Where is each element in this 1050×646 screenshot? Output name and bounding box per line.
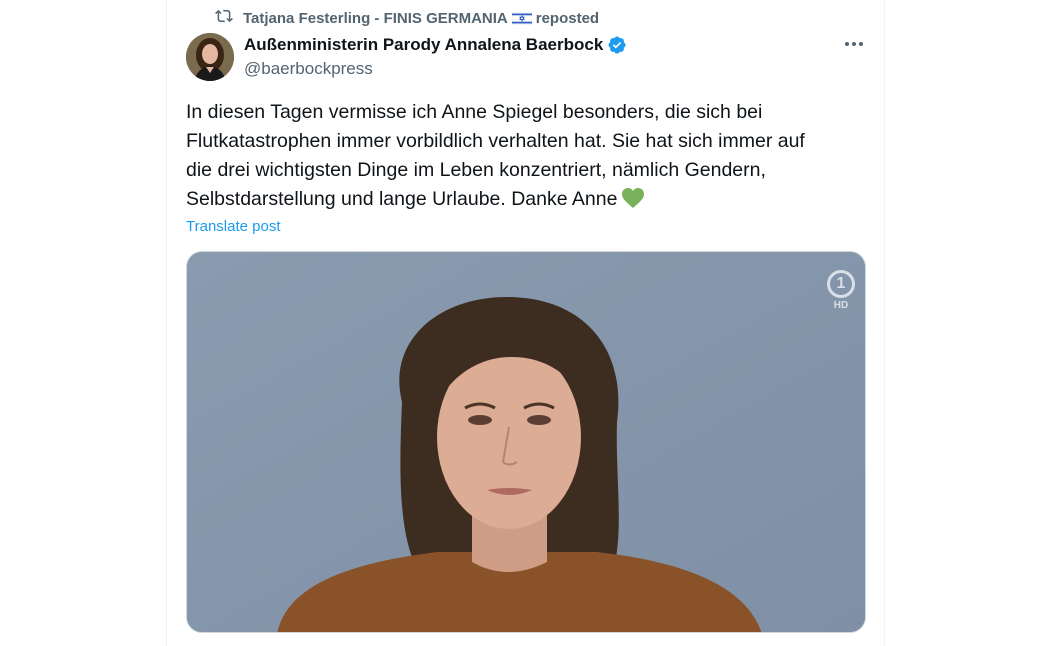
translate-post-link[interactable]: Translate post <box>186 218 281 235</box>
verified-badge-icon[interactable] <box>607 35 627 55</box>
post-line: In diesen Tagen vermisse ich Anne Spiege… <box>186 101 763 123</box>
post-line: die drei wichtigsten Dinge im Leben konz… <box>186 159 766 181</box>
author-block: Außenministerin Parody Annalena Baerbock… <box>244 33 627 79</box>
channel-logo: 1 HD <box>827 270 855 311</box>
post-text: In diesen Tagen vermisse ich Anne Spiege… <box>186 98 866 214</box>
repost-user[interactable]: Tatjana Festerling - FINIS GERMANIA <box>243 10 508 27</box>
israel-flag-icon <box>511 11 532 26</box>
post-media-video[interactable]: 1 HD <box>186 251 866 633</box>
author-handle[interactable]: @baerbockpress <box>244 59 627 79</box>
post-line: Selbstdarstellung und lange Urlaube. Dan… <box>186 188 618 210</box>
post-line: Flutkatastrophen immer vorbildlich verha… <box>186 130 805 152</box>
green-heart-icon <box>621 187 645 209</box>
repost-header[interactable]: Tatjana Festerling - FINIS GERMANIA repos… <box>215 8 599 28</box>
avatar[interactable] <box>186 33 234 81</box>
author-name[interactable]: Außenministerin Parody Annalena Baerbock <box>244 35 603 55</box>
more-options-icon[interactable] <box>842 36 866 52</box>
repost-icon <box>215 7 233 29</box>
repost-suffix: reposted <box>535 9 600 27</box>
